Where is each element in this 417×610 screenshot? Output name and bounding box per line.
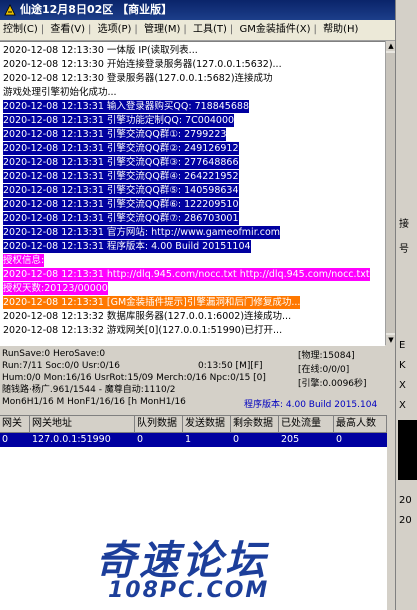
- col-gateway[interactable]: 网关: [0, 416, 30, 432]
- log-line: 2020-12-08 12:13:31 引擎交流QQ群③: 277648866: [3, 156, 239, 169]
- side-text-2: 号: [399, 244, 409, 255]
- col-processed-traffic[interactable]: 已处流量: [279, 416, 334, 432]
- watermark-url: 108PC.COM: [108, 578, 270, 603]
- log-scrollbar[interactable]: ▲ ▼: [385, 41, 395, 345]
- title-bar: 仙途12月8日02区 【商业版】: [0, 0, 395, 20]
- log-line: 2020-12-08 12:13:30 开始连接登录服务器(127.0.0.1:…: [3, 59, 282, 70]
- log-line: 2020-12-08 12:13:31 输入登录器购买QQ: 718845688: [3, 100, 249, 113]
- col-queue-data[interactable]: 队列数据: [135, 416, 183, 432]
- status-physical: [物理:15084]: [298, 351, 355, 361]
- scroll-down-icon[interactable]: ▼: [386, 335, 395, 345]
- status-hum: Hum:0/0 Mon:16/16 UsrRot:15/09 Merch:0/1…: [2, 373, 266, 383]
- log-line: 授权天数:20123/00000: [3, 282, 108, 295]
- log-line: 2020-12-08 12:13:32 数据库服务器(127.0.0.1:600…: [3, 311, 292, 322]
- status-map: 随钱路·杨广.961/1544 - 魔尊自动:1110/2: [2, 385, 176, 395]
- cell-traffic: 205: [281, 434, 300, 445]
- status-run: Run:7/11 Soc:0/0 Usr:0/16: [2, 361, 120, 371]
- menu-tools[interactable]: 工具(T): [190, 20, 230, 40]
- cell-address: 127.0.0.1:51990: [32, 434, 111, 445]
- log-line: 2020-12-08 12:13:31 官方网站: http://www.gam…: [3, 226, 281, 239]
- side-black-panel: [398, 420, 417, 480]
- col-max-users[interactable]: 最高人数: [334, 416, 387, 432]
- log-line: 2020-12-08 12:13:32 游戏网关[0](127.0.0.1:51…: [3, 325, 283, 336]
- main-window: 仙途12月8日02区 【商业版】 控制(C) | 查看(V) | 选项(P) | 管理…: [0, 0, 395, 610]
- log-line: 2020-12-08 12:13:31 引擎交流QQ群①: 2799223: [3, 128, 227, 141]
- scroll-thumb[interactable]: [386, 53, 395, 333]
- log-line: 2020-12-08 12:13:31 引擎交流QQ群⑥: 122209510: [3, 198, 239, 211]
- status-version: 程序版本: 4.00 Build 2015.104: [244, 400, 378, 410]
- col-send-data[interactable]: 发送数据: [183, 416, 231, 432]
- log-line: 游戏处理引擎初始化成功...: [3, 87, 117, 98]
- log-line: 2020-12-08 12:13:30 登录服务器(127.0.0.1:5682…: [3, 73, 273, 84]
- log-line: 2020-12-08 12:13:31 引擎交流QQ群⑦: 286703001: [3, 212, 239, 225]
- log-line: 2020-12-08 12:13:31 [GM金装插件提示]引擎漏洞和后门修复成…: [3, 296, 301, 309]
- log-line: 2020-12-08 12:13:31 程序版本: 4.00 Build 201…: [3, 240, 251, 253]
- cell-remaining: 0: [233, 434, 240, 445]
- table-header: 网关 网关地址 队列数据 发送数据 剩余数据 已处流量 最高人数: [0, 416, 387, 433]
- menu-manage[interactable]: 管理(M): [141, 20, 183, 40]
- side-text-6: X: [399, 400, 406, 411]
- cell-send: 1: [185, 434, 192, 445]
- menu-bar: 控制(C) | 查看(V) | 选项(P) | 管理(M) | 工具(T) | GM金装插…: [0, 20, 395, 41]
- log-line: 授权信息:: [3, 254, 45, 267]
- menu-gm-plugin[interactable]: GM金装插件(X): [236, 20, 313, 40]
- scroll-up-icon[interactable]: ▲: [386, 41, 395, 51]
- side-text-1: 接: [399, 219, 409, 230]
- side-text-3: E: [399, 340, 406, 351]
- menu-control[interactable]: 控制(C): [0, 20, 41, 40]
- status-time: 0:13:50 [M][F]: [198, 361, 263, 371]
- status-save: RunSave:0 HeroSave:0: [2, 349, 106, 359]
- col-gateway-address[interactable]: 网关地址: [30, 416, 135, 432]
- col-remaining-data[interactable]: 剩余数据: [231, 416, 279, 432]
- log-line: 2020-12-08 12:13:31 引擎交流QQ群⑤: 140598634: [3, 184, 239, 197]
- menu-help[interactable]: 帮助(H): [320, 20, 361, 40]
- menu-options[interactable]: 选项(P): [95, 20, 135, 40]
- cell-max-users: 0: [336, 434, 343, 445]
- status-online: [在线:0/0/0]: [298, 365, 350, 375]
- app-icon: [4, 4, 16, 16]
- side-text-4: K: [399, 360, 406, 371]
- side-text-8: 20: [399, 515, 412, 526]
- status-area: RunSave:0 HeroSave:0 Run:7/11 Soc:0/0 Us…: [0, 347, 395, 415]
- window-title: 仙途12月8日02区 【商业版】: [20, 3, 173, 16]
- watermark-logo: 奇速论坛 108PC.COM: [96, 528, 346, 608]
- log-line: 2020-12-08 12:13:30 一体版 IP(读取列表...: [3, 45, 198, 56]
- side-text-7: 20: [399, 495, 412, 506]
- status-mon: Mon6H1/16 M HonF1/16/16 [h MonH1/16: [2, 397, 186, 407]
- cell-queue: 0: [137, 434, 144, 445]
- status-engine: [引擎:0.0096秒]: [298, 379, 367, 389]
- table-row[interactable]: 0 127.0.0.1:51990 0 1 0 205 0: [0, 433, 387, 447]
- log-line: 2020-12-08 12:13:31 引擎功能定制QQ: 7C004000: [3, 114, 235, 127]
- cell-gateway: 0: [2, 434, 9, 445]
- background-window-edge: 接 号 E K X X 20 20: [395, 0, 417, 610]
- menu-view[interactable]: 查看(V): [47, 20, 88, 40]
- log-line: 2020-12-08 12:13:31 引擎交流QQ群②: 249126912: [3, 142, 239, 155]
- log-line: 2020-12-08 12:13:31 http://dlq.945.com/n…: [3, 268, 370, 281]
- log-panel[interactable]: 2020-12-08 12:13:30 一体版 IP(读取列表... 2020-1…: [0, 41, 385, 346]
- log-line: 2020-12-08 12:13:31 引擎交流QQ群④: 264221952: [3, 170, 239, 183]
- side-text-5: X: [399, 380, 406, 391]
